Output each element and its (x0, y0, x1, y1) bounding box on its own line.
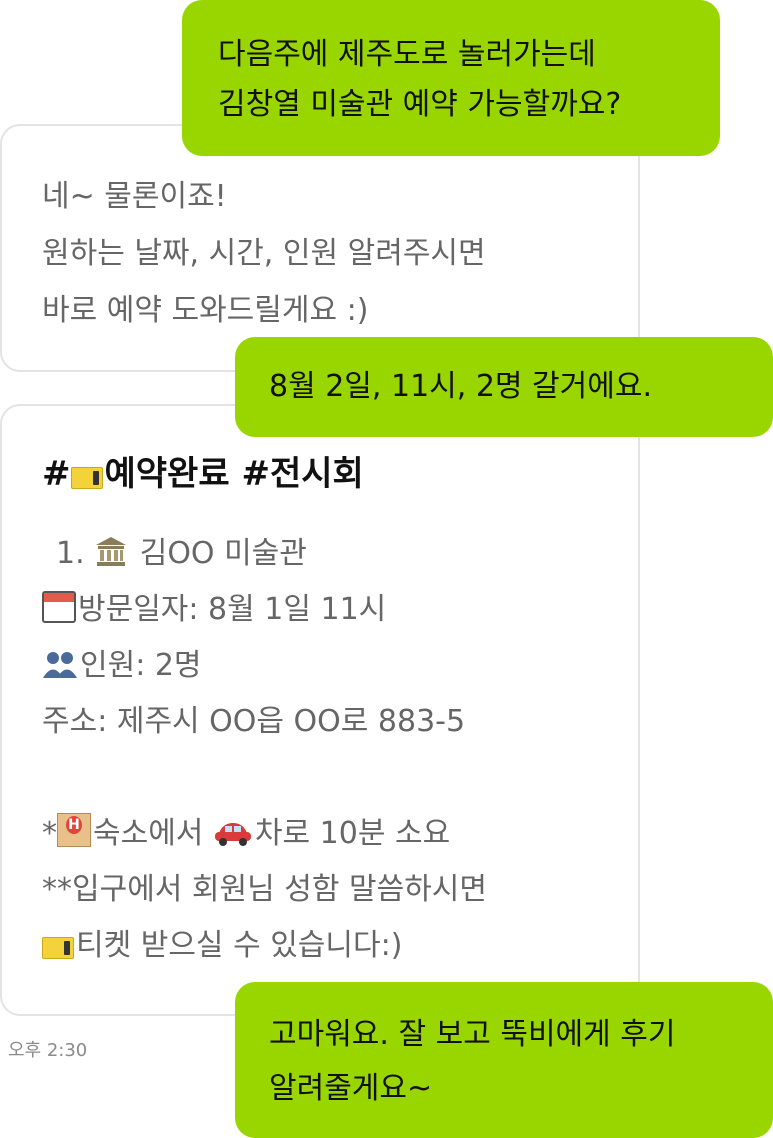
note-text: 티켓 받으실 수 있습니다:) (76, 928, 403, 963)
hotel-icon (57, 813, 91, 847)
message-line: 고마워요. 잘 보고 뚝비에게 후기 (269, 1017, 676, 1052)
venue-name: 김OO 미술관 (139, 536, 307, 571)
message-line: 알려줄게요~ (269, 1071, 433, 1106)
bot-message-bubble[interactable]: 네~ 물론이죠! 원하는 날짜, 시간, 인원 알려주시면 바로 예약 도와드릴… (0, 124, 640, 372)
chat-thread: 다음주에 제주도로 놀러가는데 김창열 미술관 예약 가능할까요? 네~ 물론이… (0, 0, 773, 1138)
title-text: 예약완료 #전시회 (104, 454, 364, 494)
calendar-icon (42, 591, 76, 623)
user-message-bubble[interactable]: 고마워요. 잘 보고 뚝비에게 후기 알려줄게요~ (235, 982, 773, 1138)
message-line: 원하는 날짜, 시간, 인원 알려주시면 (42, 236, 486, 271)
museum-icon (94, 530, 128, 566)
people-icon (42, 642, 78, 678)
people-line: 인원: 2명 (42, 638, 638, 694)
people-text: 인원: 2명 (80, 648, 202, 683)
message-line: 바로 예약 도와드릴게요 :) (42, 293, 369, 328)
item-number: 1. (56, 536, 85, 571)
note-text-a: 숙소에서 (93, 816, 213, 851)
message-line: 다음주에 제주도로 놀러가는데 (218, 37, 596, 72)
visit-date-text: 방문일자: 8월 1일 11시 (78, 592, 387, 627)
user-message-bubble[interactable]: 8월 2일, 11시, 2명 갈거에요. (235, 337, 773, 437)
ticket-icon (42, 937, 74, 959)
note-line-1: * 숙소에서 차로 10분 소요 (42, 806, 638, 862)
ticket-icon (70, 467, 103, 489)
note-text-b: 차로 10분 소요 (254, 816, 451, 851)
note-line-3: 티켓 받으실 수 있습니다:) (42, 918, 638, 974)
venue-line: 1. 김OO 미술관 (42, 526, 638, 582)
message-line: 8월 2일, 11시, 2명 갈거에요. (269, 369, 652, 404)
note-line-2: **입구에서 회원님 성함 말씀하시면 (42, 872, 488, 907)
address-line: 주소: 제주시 OO읍 OO로 883-5 (42, 704, 466, 739)
note-prefix: * (42, 816, 57, 851)
message-line: 네~ 물론이죠! (42, 179, 227, 214)
hashtag-prefix: # (42, 454, 71, 494)
car-icon (213, 810, 253, 846)
message-line: 김창열 미술관 예약 가능할까요? (218, 87, 622, 122)
visit-date-line: 방문일자: 8월 1일 11시 (42, 582, 638, 638)
message-timestamp: 오후 2:30 (8, 1040, 88, 1061)
reservation-title: # 예약완료 #전시회 (42, 446, 638, 502)
user-message-bubble[interactable]: 다음주에 제주도로 놀러가는데 김창열 미술관 예약 가능할까요? (182, 0, 720, 156)
reservation-confirmation-bubble[interactable]: # 예약완료 #전시회 1. 김OO 미술관 방문일자: 8월 1일 11시 인… (0, 404, 640, 1016)
